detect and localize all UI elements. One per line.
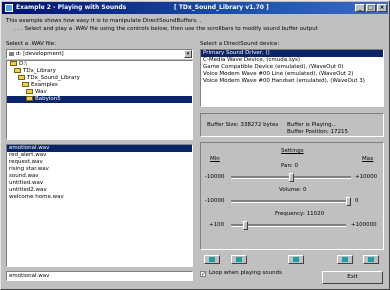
folder-tree[interactable]: D:\ TDx_Library TDx_Sound_Library Examples W… — [6, 60, 193, 140]
drive-icon — [9, 52, 14, 56]
folder-icon — [22, 82, 29, 87]
pan-label: Pan: 0 — [281, 163, 299, 169]
folder-item[interactable]: Babylon5 — [7, 96, 192, 103]
volume-max: 0 — [355, 198, 359, 204]
file-item[interactable]: emotional.wav — [7, 145, 192, 152]
loop-label: Loop when playing sounds — [209, 270, 282, 276]
window-title: Example 2 - Playing with Sounds — [16, 4, 127, 11]
pan-slider[interactable] — [231, 172, 351, 183]
frequency-thumb[interactable] — [243, 221, 248, 230]
exit-label: Exit — [347, 274, 358, 280]
first-button[interactable] — [204, 255, 220, 264]
device-label: Select a DirectSound device: — [200, 41, 280, 47]
folder-icon — [14, 68, 21, 73]
chevron-down-icon[interactable]: ▾ — [184, 50, 192, 58]
buffer-status: Buffer is Playing... — [287, 122, 337, 128]
file-item[interactable]: red_alert.wav — [7, 152, 192, 159]
folder-label: Wav — [35, 89, 47, 95]
intro-line-2: . . . Select and play a .WAV file using … — [14, 26, 318, 32]
previous-button[interactable] — [231, 255, 247, 264]
frequency-label: Frequency: 11020 — [275, 211, 325, 217]
minimize-button[interactable]: _ — [355, 4, 365, 12]
folder-icon — [18, 75, 25, 80]
buffer-size: Buffer Size: 338272 bytes — [207, 122, 279, 128]
loop-checkbox[interactable]: ✓ — [200, 271, 206, 278]
device-item[interactable]: Primary Sound Driver, () — [201, 50, 383, 57]
volume-slider[interactable] — [231, 196, 351, 207]
app-icon — [5, 4, 13, 12]
settings-title: Settings — [281, 148, 304, 154]
folder-icon — [26, 96, 33, 101]
drive-select[interactable]: d: [development] ▾ — [6, 49, 193, 59]
drive-value: d: [development] — [16, 51, 64, 57]
pan-min: -10000 — [205, 174, 225, 180]
folder-label: Babylon5 — [35, 96, 61, 102]
first-icon — [209, 257, 215, 262]
buffer-position: Buffer Position: 17215 — [287, 129, 348, 135]
stop-button[interactable] — [337, 255, 353, 264]
play-icon — [293, 257, 299, 262]
maximize-button[interactable]: □ — [366, 4, 376, 12]
previous-icon — [236, 257, 242, 262]
file-item[interactable]: untitled2.wav — [7, 187, 192, 194]
device-item[interactable]: Game Compatible Device (emulated), (Wave… — [201, 64, 383, 71]
folder-label: TDx_Sound_Library — [27, 75, 80, 81]
device-items: Primary Sound Driver, () C-Media Wave Dev… — [201, 50, 383, 85]
min-label: Min — [210, 156, 220, 162]
stop-icon — [342, 257, 348, 262]
title-bar[interactable]: Example 2 - Playing with Sounds [ TDx_So… — [2, 2, 388, 14]
settings-panel: Settings Min Max Pan: 0 -10000 +10000 Vo… — [200, 142, 384, 250]
filename-value: emotional.wav — [9, 273, 50, 279]
volume-label: Volume: 0 — [279, 187, 307, 193]
folder-icon — [10, 61, 17, 66]
file-item[interactable]: untitled.wav — [7, 180, 192, 187]
frequency-min: +100 — [209, 222, 225, 228]
intro-line-1: This example shows how easy it is to man… — [6, 18, 202, 24]
volume-thumb[interactable] — [346, 197, 351, 206]
file-item[interactable]: welcome home.wav — [7, 194, 192, 201]
file-item[interactable]: rising star.wav — [7, 166, 192, 173]
folder-label: TDx_Library — [23, 68, 56, 74]
folder-label: D:\ — [19, 61, 27, 67]
folder-item[interactable]: Wav — [7, 89, 192, 96]
next-icon — [368, 257, 374, 262]
close-button[interactable]: × — [377, 4, 387, 12]
pan-max: +10000 — [355, 174, 378, 180]
play-button[interactable] — [288, 255, 304, 264]
device-list[interactable]: Primary Sound Driver, () C-Media Wave Dev… — [200, 49, 384, 107]
folder-list: D:\ TDx_Library TDx_Sound_Library Examples W… — [7, 61, 192, 103]
file-list[interactable]: emotional.wav red_alert.wav request.wav ris… — [6, 144, 193, 267]
wav-file-label: Select a .WAV file: — [6, 41, 56, 47]
frequency-slider[interactable] — [231, 220, 346, 231]
library-version: [ TDx_Sound_Library v1.70 ] — [174, 4, 269, 11]
folder-item[interactable]: Examples — [7, 82, 192, 89]
folder-item[interactable]: TDx_Sound_Library — [7, 75, 192, 82]
folder-item[interactable]: TDx_Library — [7, 68, 192, 75]
exit-button[interactable]: Exit — [322, 271, 383, 284]
folder-icon — [26, 89, 33, 94]
folder-item[interactable]: D:\ — [7, 61, 192, 68]
file-items: emotional.wav red_alert.wav request.wav ris… — [7, 145, 192, 201]
frequency-max: +100000 — [351, 222, 377, 228]
next-button[interactable] — [363, 255, 379, 264]
main-window: Example 2 - Playing with Sounds [ TDx_So… — [0, 0, 390, 290]
buffer-info-panel: Buffer Size: 338272 bytes Buffer is Play… — [200, 113, 384, 137]
max-label: Max — [362, 156, 374, 162]
file-item[interactable]: request.wav — [7, 159, 192, 166]
file-item[interactable]: sound.wav — [7, 173, 192, 180]
device-item[interactable]: Voice Modem Wave #00 Line (emulated), (W… — [201, 71, 383, 78]
filename-field[interactable]: emotional.wav — [6, 271, 193, 281]
pan-thumb[interactable] — [289, 173, 294, 182]
device-item[interactable]: C-Media Wave Device, (cmuda.sys) — [201, 57, 383, 64]
folder-label: Examples — [31, 82, 58, 88]
volume-min: -10000 — [205, 198, 225, 204]
device-item[interactable]: Voice Modem Wave #00 Handset (emulated),… — [201, 78, 383, 85]
